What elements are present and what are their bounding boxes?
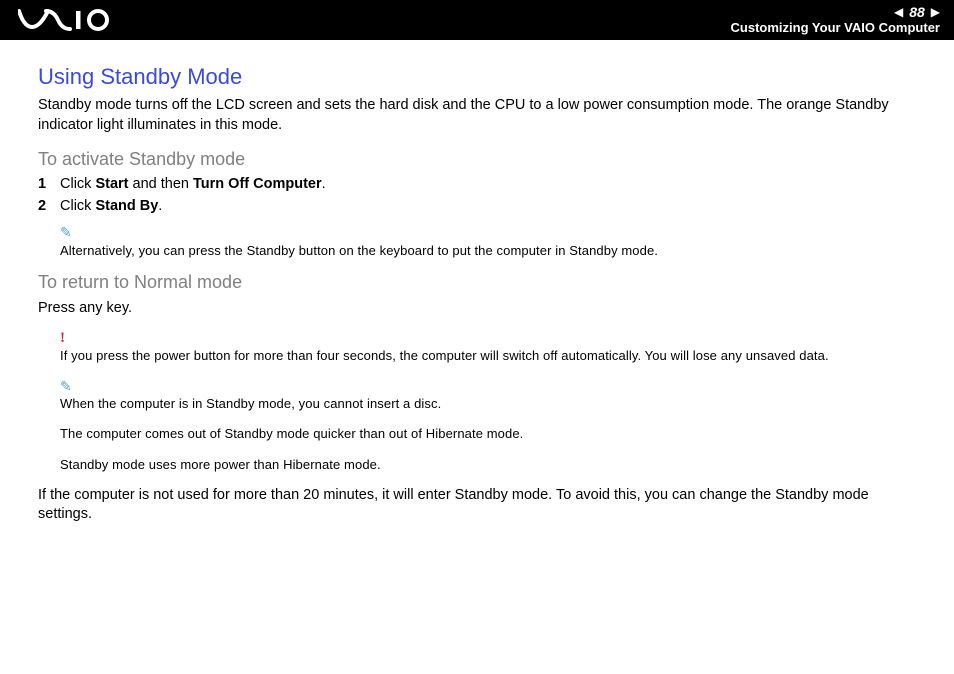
note-standby-details: ✎ When the computer is in Standby mode, … xyxy=(60,378,916,474)
note-line: When the computer is in Standby mode, yo… xyxy=(60,395,916,413)
section-activate-heading: To activate Standby mode xyxy=(38,149,916,170)
return-body: Press any key. xyxy=(38,299,916,319)
step-text: Click Start and then Turn Off Computer. xyxy=(60,176,326,192)
prev-page-arrow-icon[interactable]: ◀ xyxy=(894,6,903,19)
step-text: Click Stand By. xyxy=(60,198,162,214)
exclamation-warn-icon: ! xyxy=(60,328,916,349)
intro-paragraph: Standby mode turns off the LCD screen an… xyxy=(38,96,916,135)
activate-steps: 1 Click Start and then Turn Off Computer… xyxy=(38,176,916,214)
page-content: Using Standby Mode Standby mode turns of… xyxy=(0,40,954,525)
note-alternative: ✎ Alternatively, you can press the Stand… xyxy=(60,224,916,260)
step-number: 1 xyxy=(38,176,60,192)
step-2: 2 Click Stand By. xyxy=(38,198,916,214)
note-line: The computer comes out of Standby mode q… xyxy=(60,425,916,443)
pencil-note-icon: ✎ xyxy=(60,224,916,244)
page-header: ◀ 88 ▶ Customizing Your VAIO Computer xyxy=(0,0,954,40)
footer-paragraph: If the computer is not used for more tha… xyxy=(38,486,916,525)
step-number: 2 xyxy=(38,198,60,214)
page-number: 88 xyxy=(909,5,925,20)
vaio-logo xyxy=(18,9,128,31)
breadcrumb: Customizing Your VAIO Computer xyxy=(731,21,940,35)
step-1: 1 Click Start and then Turn Off Computer… xyxy=(38,176,916,192)
page-nav: ◀ 88 ▶ Customizing Your VAIO Computer xyxy=(731,5,940,35)
page-title: Using Standby Mode xyxy=(38,64,916,90)
section-return-heading: To return to Normal mode xyxy=(38,272,916,293)
warning-power-button: ! If you press the power button for more… xyxy=(60,328,916,365)
note-line: Standby mode uses more power than Hibern… xyxy=(60,456,916,474)
next-page-arrow-icon[interactable]: ▶ xyxy=(931,6,940,19)
